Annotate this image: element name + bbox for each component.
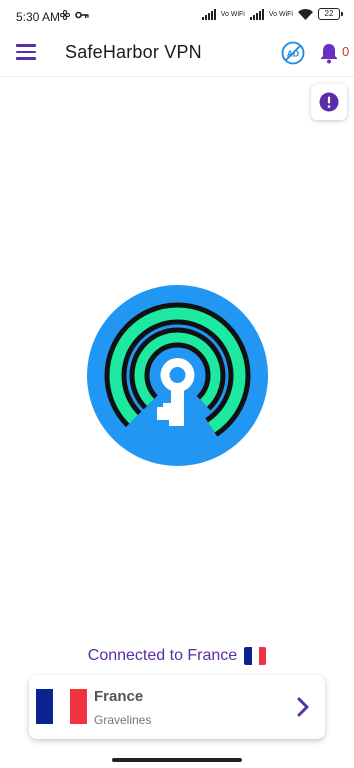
fan-icon (59, 9, 71, 21)
app-bar: SafeHarbor VPN AD 0 (0, 32, 354, 77)
battery-icon: 22 (318, 8, 343, 20)
signal-icon (249, 8, 264, 20)
alert-icon (319, 92, 339, 112)
key-icon (75, 11, 89, 19)
no-ads-icon[interactable]: AD (281, 41, 305, 65)
gesture-nav-handle[interactable] (112, 758, 242, 762)
menu-icon[interactable] (16, 44, 36, 60)
alert-button[interactable] (311, 84, 347, 120)
signal-icon (201, 8, 216, 20)
vpn-key-logo[interactable] (87, 285, 268, 466)
server-country: France (94, 688, 144, 705)
sim1-vowifi-label: Vo WiFi (220, 10, 245, 18)
bell-icon[interactable] (319, 42, 339, 64)
france-flag-icon (36, 689, 87, 724)
status-icons-left (59, 9, 89, 21)
chevron-right-icon (297, 697, 309, 717)
connection-status: Connected to France (0, 647, 354, 665)
server-city: Gravelines (94, 713, 152, 727)
status-bar: 5:30 AM Vo WiFi Vo WiFi 22 (0, 0, 354, 32)
sim2-vowifi-label: Vo WiFi (268, 10, 293, 18)
server-select-card[interactable]: France Gravelines (29, 675, 325, 739)
app-title: SafeHarbor VPN (65, 42, 202, 62)
wifi-icon (298, 8, 313, 20)
connection-status-text: Connected to France (87, 647, 238, 664)
status-time: 5:30 AM (16, 10, 61, 24)
status-icons-right: Vo WiFi Vo WiFi 22 (201, 8, 343, 20)
france-flag-icon (244, 647, 267, 665)
notification-count: 0 (342, 44, 350, 59)
